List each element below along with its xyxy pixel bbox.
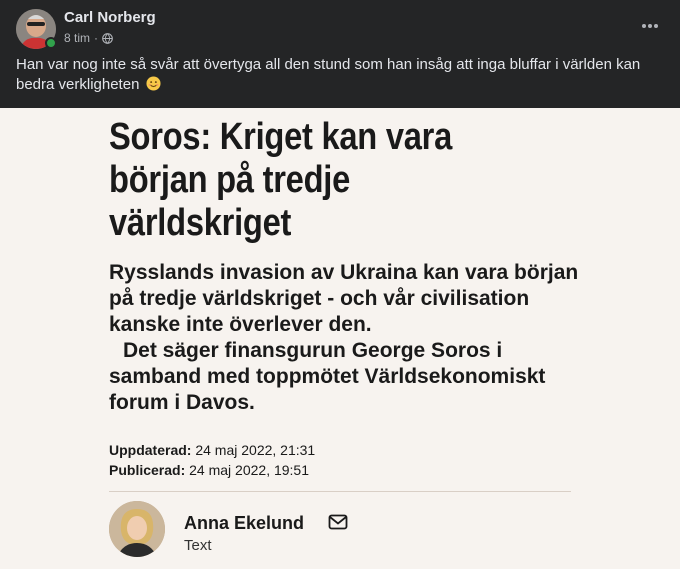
online-status-icon bbox=[45, 37, 57, 49]
updated-value: 24 maj 2022, 21:31 bbox=[195, 442, 316, 458]
article-headline: Soros: Kriget kan vara början på tredje … bbox=[109, 116, 453, 244]
article-lead: Rysslands invasion av Ukraina kan vara b… bbox=[109, 260, 579, 416]
published-value: 24 maj 2022, 19:51 bbox=[189, 462, 310, 478]
byline-photo-icon bbox=[109, 501, 165, 557]
divider bbox=[109, 491, 571, 492]
byline-role: Text bbox=[184, 537, 212, 554]
more-options-button[interactable] bbox=[638, 14, 662, 38]
author-avatar[interactable] bbox=[16, 9, 57, 49]
post-time[interactable]: 8 tim bbox=[64, 31, 90, 45]
author-name[interactable]: Carl Norberg bbox=[64, 9, 156, 26]
lead-paragraph-1: Rysslands invasion av Ukraina kan vara b… bbox=[109, 261, 579, 336]
shared-article-image[interactable]: Soros: Kriget kan vara början på tredje … bbox=[0, 108, 680, 569]
smiling-face-icon bbox=[146, 76, 161, 91]
post-meta: 8 tim · bbox=[64, 31, 113, 45]
post-header: Carl Norberg 8 tim · Han var nog inte så… bbox=[0, 0, 680, 108]
lead-paragraph-2: Det säger finansgurun George Soros i sam… bbox=[109, 339, 546, 414]
article-dates: Uppdaterad: 24 maj 2022, 21:31 Publicera… bbox=[109, 440, 315, 480]
meta-separator: · bbox=[94, 31, 99, 45]
post-text-body: Han var nog inte så svår att övertyga al… bbox=[16, 56, 641, 93]
globe-icon[interactable] bbox=[102, 32, 113, 44]
byline-avatar bbox=[109, 501, 165, 557]
post-text: Han var nog inte så svår att övertyga al… bbox=[16, 55, 656, 95]
byline-name[interactable]: Anna Ekelund bbox=[184, 513, 304, 534]
updated-label: Uppdaterad: bbox=[109, 442, 192, 458]
published-label: Publicerad: bbox=[109, 462, 186, 478]
mail-icon[interactable] bbox=[328, 514, 348, 530]
updated-row: Uppdaterad: 24 maj 2022, 21:31 bbox=[109, 440, 315, 460]
more-horizontal-icon bbox=[642, 24, 658, 28]
published-row: Publicerad: 24 maj 2022, 19:51 bbox=[109, 460, 315, 480]
